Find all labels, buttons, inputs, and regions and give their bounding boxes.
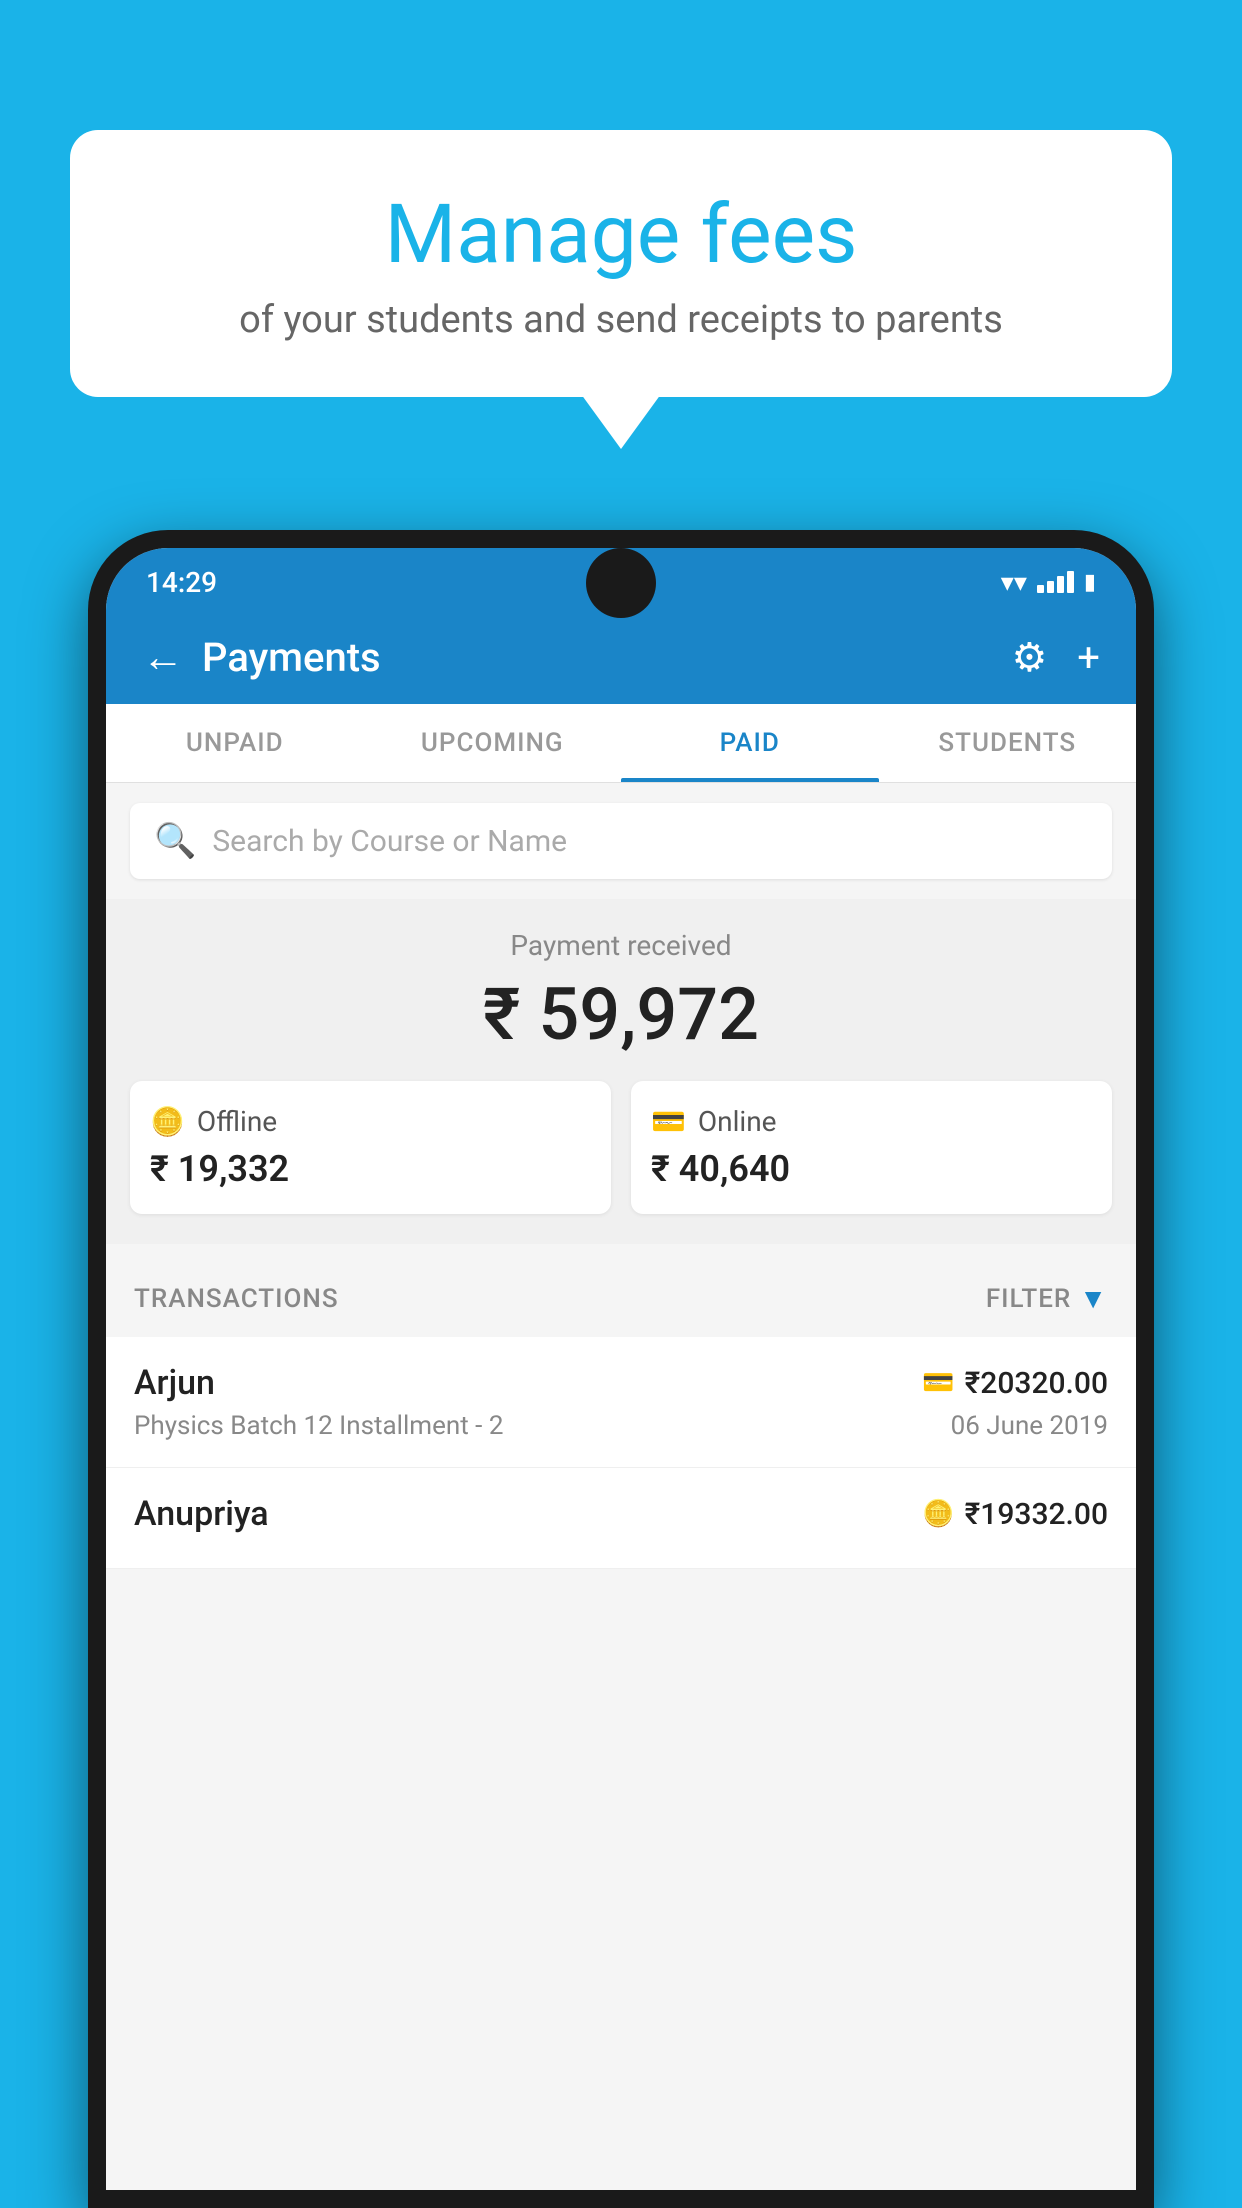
- battery-icon: ▮: [1084, 570, 1096, 595]
- transaction-item[interactable]: Arjun 💳 ₹20320.00 Physics Batch 12 Insta…: [106, 1337, 1136, 1468]
- student-name: Arjun: [134, 1363, 215, 1403]
- manage-fees-subtitle: of your students and send receipts to pa…: [130, 298, 1112, 342]
- online-amount: ₹ 40,640: [651, 1148, 1092, 1190]
- transaction-row1: Anupriya 🪙 ₹19332.00: [134, 1494, 1108, 1534]
- transaction-amount: ₹19332.00: [965, 1497, 1108, 1532]
- transaction-row2: Physics Batch 12 Installment - 2 06 June…: [134, 1411, 1108, 1441]
- search-bar[interactable]: 🔍 Search by Course or Name: [130, 803, 1112, 879]
- back-button[interactable]: ←: [142, 633, 184, 682]
- search-icon: 🔍: [154, 821, 196, 861]
- card-payment-icon: 💳: [922, 1368, 954, 1398]
- phone-inner: 14:29 ▾▾ ▮ ←: [106, 548, 1136, 2190]
- tab-unpaid[interactable]: UNPAID: [106, 704, 364, 782]
- tab-paid[interactable]: PAID: [621, 704, 879, 782]
- toolbar-right: ⚙ +: [1011, 634, 1100, 681]
- online-card-header: 💳 Online: [651, 1105, 1092, 1138]
- settings-icon[interactable]: ⚙: [1011, 634, 1047, 681]
- tabs: UNPAID UPCOMING PAID STUDENTS: [106, 704, 1136, 783]
- offline-card-header: 🪙 Offline: [150, 1105, 591, 1138]
- transaction-row1: Arjun 💳 ₹20320.00: [134, 1363, 1108, 1403]
- transactions-header: TRANSACTIONS FILTER ▼: [106, 1260, 1136, 1337]
- manage-fees-title: Manage fees: [130, 190, 1112, 280]
- speech-bubble: Manage fees of your students and send re…: [70, 130, 1172, 397]
- search-placeholder: Search by Course or Name: [212, 824, 567, 859]
- offline-icon: 🪙: [150, 1105, 185, 1138]
- transactions-label: TRANSACTIONS: [134, 1284, 339, 1314]
- status-bar: 14:29 ▾▾ ▮: [106, 548, 1136, 611]
- toolbar-left: ← Payments: [142, 633, 381, 682]
- total-amount: ₹ 59,972: [130, 972, 1112, 1057]
- top-area: 14:29 ▾▾ ▮: [106, 548, 1136, 611]
- online-icon: 💳: [651, 1105, 686, 1138]
- offline-amount: ₹ 19,332: [150, 1148, 591, 1190]
- payment-cards: 🪙 Offline ₹ 19,332 💳 Online ₹ 40,640: [130, 1081, 1112, 1214]
- student-name: Anupriya: [134, 1494, 269, 1534]
- offline-card: 🪙 Offline ₹ 19,332: [130, 1081, 611, 1214]
- filter-icon: ▼: [1079, 1282, 1108, 1315]
- notch-area: [586, 548, 656, 618]
- filter-label: FILTER: [986, 1284, 1071, 1314]
- status-icons: ▾▾ ▮: [1001, 568, 1096, 598]
- page-title: Payments: [202, 634, 381, 681]
- content-area: 🔍 Search by Course or Name Payment recei…: [106, 783, 1136, 2190]
- tab-students[interactable]: STUDENTS: [879, 704, 1137, 782]
- transaction-item[interactable]: Anupriya 🪙 ₹19332.00: [106, 1468, 1136, 1569]
- offline-label: Offline: [197, 1105, 277, 1138]
- wifi-icon: ▾▾: [1001, 568, 1027, 598]
- transaction-amount: ₹20320.00: [965, 1366, 1108, 1401]
- online-card: 💳 Online ₹ 40,640: [631, 1081, 1112, 1214]
- status-time: 14:29: [146, 566, 217, 599]
- toolbar: ← Payments ⚙ +: [106, 611, 1136, 704]
- filter-button[interactable]: FILTER ▼: [986, 1282, 1108, 1315]
- payment-received-label: Payment received: [130, 929, 1112, 962]
- transaction-amount-row: 🪙 ₹19332.00: [922, 1497, 1108, 1532]
- tab-upcoming[interactable]: UPCOMING: [364, 704, 622, 782]
- signal-bars: [1037, 573, 1074, 593]
- transaction-amount-row: 💳 ₹20320.00: [922, 1366, 1108, 1401]
- payment-received-section: Payment received ₹ 59,972 🪙 Offline ₹ 19…: [106, 899, 1136, 1244]
- add-button[interactable]: +: [1077, 634, 1100, 681]
- phone-frame: 14:29 ▾▾ ▮ ←: [88, 530, 1154, 2208]
- speech-bubble-wrapper: Manage fees of your students and send re…: [70, 130, 1172, 397]
- transaction-date: 06 June 2019: [951, 1411, 1108, 1441]
- offline-payment-icon: 🪙: [922, 1499, 954, 1529]
- course-info: Physics Batch 12 Installment - 2: [134, 1411, 503, 1441]
- online-label: Online: [698, 1105, 777, 1138]
